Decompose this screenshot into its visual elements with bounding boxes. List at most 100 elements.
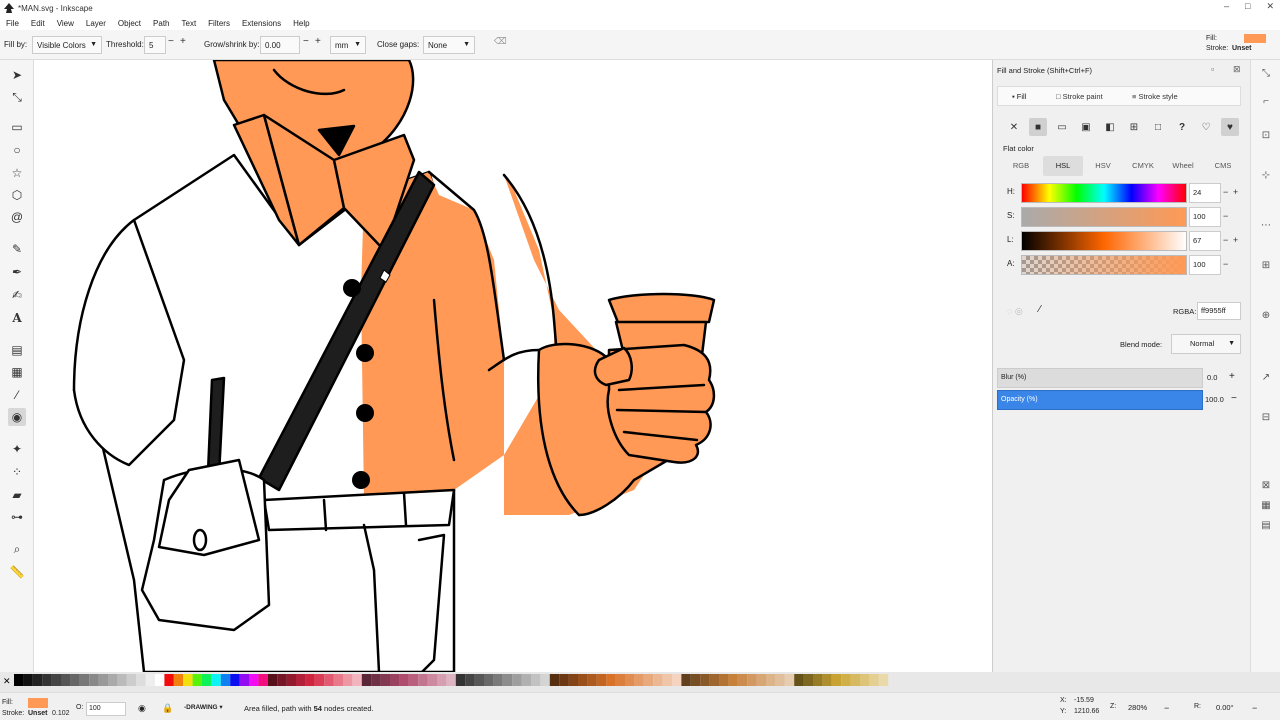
palette-swatch[interactable] <box>775 674 785 686</box>
tab-stroke-style[interactable]: ≡ Stroke style <box>1132 92 1178 101</box>
palette-swatch[interactable] <box>831 674 842 686</box>
snap-path-icon[interactable]: ↗ <box>1258 372 1274 386</box>
menu-path[interactable]: Path <box>153 19 169 28</box>
mode-cmyk[interactable]: CMYK <box>1123 156 1163 176</box>
palette-swatch[interactable] <box>794 674 804 686</box>
pick-color-icon[interactable]: ⁄ <box>1039 304 1041 315</box>
style-indicator[interactable]: Fill: Stroke: Unset <box>1206 32 1276 58</box>
palette-swatch[interactable] <box>878 674 889 686</box>
palette-swatch[interactable] <box>625 674 635 686</box>
reset-icon[interactable]: ⌫ <box>494 36 507 47</box>
palette-swatch[interactable] <box>540 674 550 686</box>
palette-swatch[interactable] <box>126 674 137 686</box>
menu-object[interactable]: Object <box>118 19 141 28</box>
no-paint-icon[interactable]: ✕ <box>1005 118 1023 136</box>
palette-swatch[interactable] <box>822 674 832 686</box>
palette-swatch[interactable] <box>173 674 184 686</box>
palette-swatch[interactable] <box>23 674 33 686</box>
unit-select[interactable]: mm ▼ <box>330 36 366 54</box>
mode-rgb[interactable]: RGB <box>1001 156 1041 176</box>
palette-swatch[interactable] <box>737 674 748 686</box>
palette-swatch[interactable] <box>493 674 503 686</box>
rgba-input[interactable]: ff9955ff <box>1197 302 1241 320</box>
palette-swatch[interactable] <box>249 674 259 686</box>
fill-by-select[interactable]: Visible Colors ▼ <box>32 36 102 54</box>
layer-select[interactable]: -DRAWING ▾ <box>184 701 236 715</box>
palette-swatch[interactable] <box>211 674 221 686</box>
palette-swatch[interactable] <box>296 674 306 686</box>
palette-swatch[interactable] <box>314 674 325 686</box>
palette-swatch[interactable] <box>803 674 813 686</box>
snap-guide-icon[interactable]: ⋯ <box>1258 220 1274 234</box>
palette-swatch[interactable] <box>578 674 588 686</box>
menu-layer[interactable]: Layer <box>86 19 106 28</box>
palette-swatch[interactable] <box>784 674 795 686</box>
snap-text-icon[interactable]: ⊠ <box>1258 480 1274 494</box>
palette-swatch[interactable] <box>502 674 513 686</box>
hue-value[interactable]: 24 <box>1189 183 1221 203</box>
hue-decrement-button[interactable]: − <box>1223 187 1228 197</box>
palette-swatch[interactable] <box>155 674 165 686</box>
palette-swatch[interactable] <box>267 674 278 686</box>
palette-swatch[interactable] <box>455 674 466 686</box>
mesh-gradient-icon[interactable]: ◧ <box>1101 118 1119 136</box>
blur-value[interactable]: 0.0 <box>1207 373 1217 382</box>
palette-swatch[interactable] <box>427 674 437 686</box>
palette-swatch[interactable] <box>531 674 541 686</box>
palette-swatch[interactable] <box>521 674 531 686</box>
palette-swatch[interactable] <box>484 674 494 686</box>
rect-icon[interactable]: ▭ <box>8 118 26 136</box>
palette-swatch[interactable] <box>465 674 475 686</box>
palette-swatch[interactable] <box>361 674 372 686</box>
blur-slider[interactable]: Blur (%) <box>997 368 1203 388</box>
palette-swatch[interactable] <box>681 674 691 686</box>
snap-others-icon[interactable]: ▦ <box>1258 500 1274 514</box>
palette-swatch[interactable] <box>192 674 202 686</box>
paint-bucket-icon[interactable]: ◉ <box>8 408 26 426</box>
lightness-decrement-button[interactable]: − <box>1223 235 1228 245</box>
palette-swatch[interactable] <box>305 674 315 686</box>
palette-swatch[interactable] <box>390 674 400 686</box>
hue-slider[interactable] <box>1021 183 1187 203</box>
lightness-slider[interactable] <box>1021 231 1187 251</box>
maximize-button[interactable]: □ <box>1245 1 1250 12</box>
alpha-value[interactable]: 100 <box>1189 255 1221 275</box>
menu-filters[interactable]: Filters <box>208 19 230 28</box>
palette-swatch[interactable] <box>277 674 287 686</box>
palette-swatch[interactable] <box>662 674 672 686</box>
snap-nodes-icon[interactable]: ⊹ <box>1258 170 1274 184</box>
grow-shrink-input[interactable]: 0.00 <box>260 36 300 54</box>
pattern-icon[interactable]: ⊞ <box>1125 118 1143 136</box>
palette-swatch[interactable] <box>446 674 456 686</box>
palette-swatch[interactable] <box>766 674 776 686</box>
spray-icon[interactable]: ⁘ <box>8 463 26 481</box>
palette-swatch[interactable] <box>380 674 390 686</box>
radial-gradient-icon[interactable]: ▣ <box>1077 118 1095 136</box>
opacity-value[interactable]: 100.0 <box>1205 395 1224 404</box>
palette-swatch[interactable] <box>371 674 381 686</box>
threshold-input[interactable]: 5 <box>144 36 166 54</box>
status-opacity-input[interactable]: 100 <box>86 702 126 716</box>
snap-midpoint-icon[interactable]: ▤ <box>1258 520 1274 534</box>
palette-swatch[interactable] <box>756 674 766 686</box>
linear-gradient-icon[interactable]: ▭ <box>1053 118 1071 136</box>
palette-swatch[interactable] <box>324 674 334 686</box>
opacity-slider[interactable]: Opacity (%) <box>997 390 1203 410</box>
palette-swatch[interactable] <box>437 674 447 686</box>
palette-swatch[interactable] <box>164 674 174 686</box>
saturation-decrement-button[interactable]: − <box>1223 211 1228 221</box>
palette-swatch[interactable] <box>136 674 146 686</box>
mode-hsv[interactable]: HSV <box>1083 156 1123 176</box>
grow-increment-button[interactable]: + <box>315 36 321 47</box>
menu-text[interactable]: Text <box>182 19 197 28</box>
hue-increment-button[interactable]: + <box>1233 187 1238 197</box>
zoom-icon[interactable]: ⌕ <box>8 540 26 558</box>
palette-swatch[interactable] <box>61 674 71 686</box>
unset-paint-icon[interactable]: ? <box>1173 118 1191 136</box>
palette-swatch[interactable] <box>606 674 616 686</box>
palette-swatch[interactable] <box>399 674 409 686</box>
tweak-icon[interactable]: ✦ <box>8 440 26 458</box>
flat-color-icon[interactable]: ■ <box>1029 118 1047 136</box>
measure-icon[interactable]: 📏 <box>8 563 26 581</box>
palette-swatch[interactable] <box>258 674 268 686</box>
